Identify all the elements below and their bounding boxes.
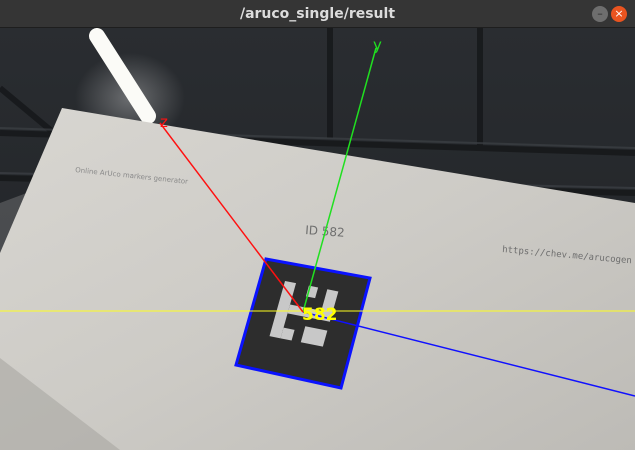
close-button[interactable]: ×	[611, 6, 627, 22]
title-bar[interactable]: /aruco_single/result – ×	[0, 0, 635, 28]
y-axis-label: y	[373, 36, 382, 54]
minimize-button[interactable]: –	[592, 6, 608, 22]
window-title: /aruco_single/result	[239, 6, 396, 22]
camera-image-view: Online ArUco markers generator ID 582 ht…	[0, 28, 635, 450]
z-axis-label: z	[160, 113, 168, 131]
app-window: /aruco_single/result – × Online ArUco ma…	[0, 0, 635, 450]
marker-id-label: 582	[302, 305, 338, 325]
camera-frame: Online ArUco markers generator ID 582 ht…	[0, 28, 635, 450]
